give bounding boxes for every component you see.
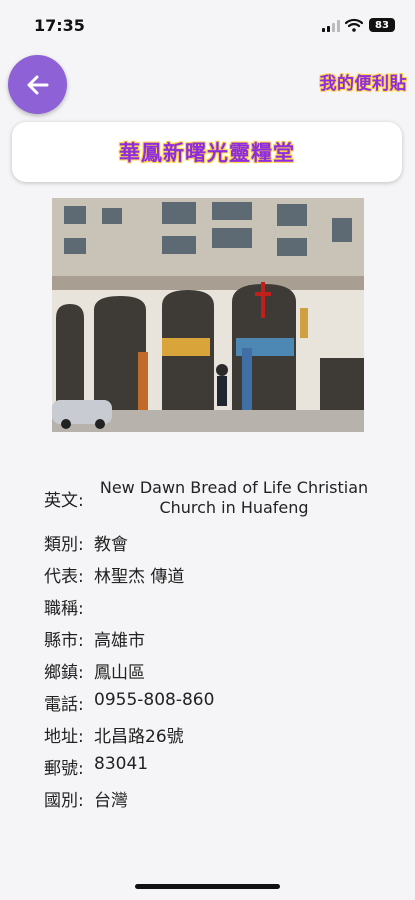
details-list: 英文: New Dawn Bread of Life Christian Chu…: [44, 470, 384, 818]
detail-value: 台灣: [94, 791, 128, 811]
detail-value: 高雄市: [94, 631, 145, 651]
detail-row-postal: 郵號: 83041: [44, 754, 384, 786]
detail-label: 郵號:: [44, 759, 84, 779]
detail-label: 地址:: [44, 727, 84, 747]
detail-row-title-role: 職稱:: [44, 594, 384, 626]
detail-label: 縣市:: [44, 631, 84, 651]
detail-label: 電話:: [44, 695, 84, 715]
my-notes-link[interactable]: 我的便利貼: [320, 69, 408, 94]
detail-value: 83041: [94, 754, 149, 774]
detail-value: 鳳山區: [94, 663, 145, 683]
page-title: 華鳳新曙光靈糧堂: [119, 141, 295, 165]
address-link[interactable]: 北昌路26號: [94, 722, 184, 747]
back-button[interactable]: [8, 55, 67, 114]
detail-row-city: 縣市: 高雄市: [44, 626, 384, 658]
detail-row-english: 英文: New Dawn Bread of Life Christian Chu…: [44, 466, 384, 530]
detail-value: 林聖杰 傳道: [94, 567, 185, 587]
detail-label: 鄉鎮:: [44, 663, 84, 683]
detail-label: 類別:: [44, 535, 84, 555]
cellular-signal-icon: [322, 20, 340, 32]
detail-label: 國別:: [44, 791, 84, 811]
status-bar: 17:35 83: [0, 0, 415, 50]
arrow-left-icon: [27, 75, 48, 94]
battery-level: 83: [375, 19, 389, 31]
detail-label: 英文:: [44, 490, 84, 511]
church-photo: [52, 198, 364, 432]
title-card: 華鳳新曙光靈糧堂: [12, 122, 402, 182]
battery-icon: 83: [369, 18, 395, 32]
wifi-icon: [345, 18, 363, 32]
detail-row-category: 類別: 教會: [44, 530, 384, 562]
detail-value: New Dawn Bread of Life Christian Church …: [99, 478, 369, 517]
detail-label: 代表:: [44, 567, 84, 587]
detail-row-address: 地址: 北昌路26號: [44, 722, 384, 754]
detail-row-country: 國別: 台灣: [44, 786, 384, 818]
home-indicator[interactable]: [135, 884, 280, 889]
phone-link[interactable]: 0955-808-860: [94, 690, 214, 710]
detail-row-phone: 電話: 0955-808-860: [44, 690, 384, 722]
detail-label: 職稱:: [44, 599, 84, 619]
status-time: 17:35: [34, 16, 85, 35]
detail-row-township: 鄉鎮: 鳳山區: [44, 658, 384, 690]
detail-value: 教會: [94, 535, 128, 555]
detail-row-representative: 代表: 林聖杰 傳道: [44, 562, 384, 594]
